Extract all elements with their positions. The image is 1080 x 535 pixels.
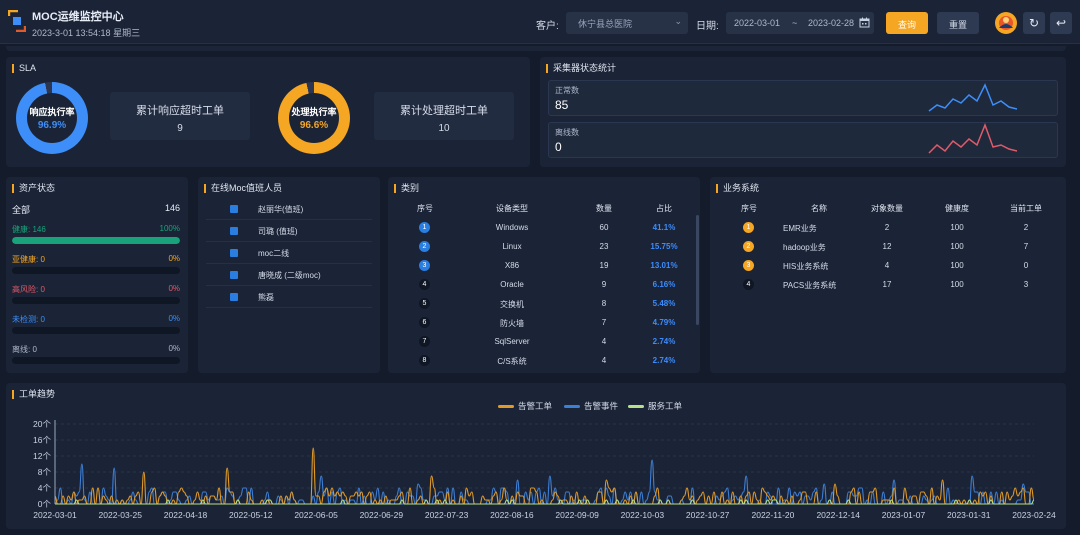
series-line-1: [54, 459, 1034, 505]
y-tick-label: 12个: [33, 451, 51, 461]
y-tick-label: 16个: [33, 435, 51, 445]
x-tick-label: 2022-11-20: [752, 510, 795, 520]
y-tick-label: 4个: [38, 483, 52, 493]
x-tick-label: 2022-05-12: [229, 510, 273, 520]
trend-chart: 0个 4个 8个 12个 16个 20个 2022-03-01 2022-03-25 2022-…: [33, 419, 1056, 520]
x-tick-label: 2022-06-29: [360, 510, 404, 520]
y-tick-label: 0个: [38, 499, 52, 509]
x-tick-label: 2022-09-09: [555, 510, 599, 520]
x-tick-label: 2022-04-18: [164, 510, 208, 520]
x-tick-label: 2022-10-27: [686, 510, 730, 520]
x-tick-label: 2022-07-23: [425, 510, 469, 520]
x-tick-label: 2022-06-05: [294, 510, 338, 520]
x-tick-label: 2022-10-03: [621, 510, 665, 520]
y-tick-label: 8个: [38, 467, 52, 477]
x-tick-label: 2022-12-14: [816, 510, 860, 520]
x-tick-label: 2022-08-16: [490, 510, 534, 520]
x-tick-label: 2023-01-31: [947, 510, 991, 520]
x-tick-label: 2022-03-25: [99, 510, 143, 520]
y-tick-label: 20个: [33, 419, 51, 429]
x-tick-label: 2023-02-24: [1012, 510, 1056, 520]
x-tick-label: 2023-01-07: [882, 510, 926, 520]
x-tick-label: 2022-03-01: [33, 510, 77, 520]
